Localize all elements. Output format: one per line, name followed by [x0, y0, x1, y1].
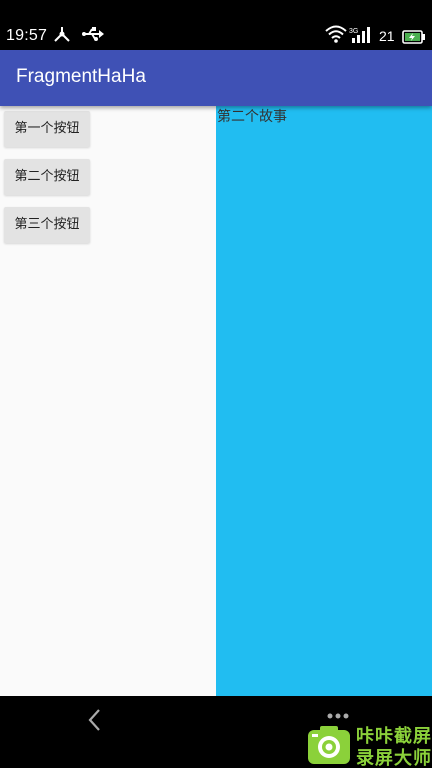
- status-time: 19:57: [6, 27, 48, 44]
- 3g-signal-icon: 3G: [349, 27, 370, 43]
- right-fragment: 第二个故事: [216, 106, 432, 696]
- main-content: 第一个按钮 第二个按钮 第三个按钮 第二个故事: [0, 106, 432, 696]
- wifi-icon: [325, 25, 347, 43]
- third-button[interactable]: 第三个按钮: [4, 207, 90, 243]
- camera-logo-icon: [308, 726, 350, 764]
- usb-stick-icon: [82, 27, 104, 41]
- app-bar: FragmentHaHa: [0, 50, 432, 106]
- first-button[interactable]: 第一个按钮: [4, 111, 90, 147]
- left-fragment: 第一个按钮 第二个按钮 第三个按钮: [0, 106, 216, 696]
- status-bar: 19:57 3G 21: [0, 0, 432, 50]
- story-text: 第二个故事: [217, 109, 287, 125]
- svg-text:3G: 3G: [349, 28, 358, 35]
- battery-charging-icon: [402, 30, 425, 44]
- back-chevron-icon[interactable]: [84, 708, 108, 732]
- battery-level: 21: [379, 28, 395, 44]
- second-button[interactable]: 第二个按钮: [4, 159, 90, 195]
- app-title: FragmentHaHa: [16, 66, 146, 87]
- usb-icon: [54, 27, 70, 42]
- watermark: 咔咔截屏 录屏大师: [304, 722, 432, 768]
- menu-dots-icon[interactable]: [326, 712, 350, 720]
- watermark-line2: 录屏大师: [356, 748, 432, 768]
